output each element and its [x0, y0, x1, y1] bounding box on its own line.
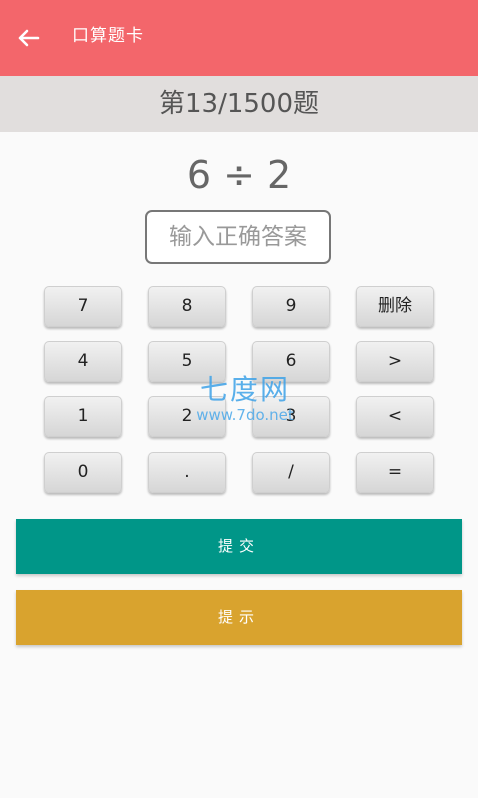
key-5[interactable]: 5 — [148, 341, 226, 382]
key-slash[interactable]: / — [252, 452, 330, 493]
arrow-left-icon — [18, 29, 40, 47]
back-button[interactable] — [14, 26, 42, 50]
hint-button[interactable]: 提示 — [16, 590, 462, 645]
key-delete[interactable]: 删除 — [356, 286, 434, 327]
key-4[interactable]: 4 — [44, 341, 122, 382]
key-2[interactable]: 2 — [148, 396, 226, 437]
key-greater-than[interactable]: > — [356, 341, 434, 382]
submit-button[interactable]: 提交 — [16, 519, 462, 574]
app-bar: 口算题卡 — [0, 0, 478, 76]
key-9[interactable]: 9 — [252, 286, 330, 327]
key-3[interactable]: 3 — [252, 396, 330, 437]
app-title: 口算题卡 — [72, 26, 144, 46]
key-6[interactable]: 6 — [252, 341, 330, 382]
answer-input[interactable] — [145, 210, 331, 264]
key-0[interactable]: 0 — [44, 452, 122, 493]
key-1[interactable]: 1 — [44, 396, 122, 437]
key-7[interactable]: 7 — [44, 286, 122, 327]
key-less-than[interactable]: < — [356, 396, 434, 437]
question-text: 6 ÷ 2 — [186, 153, 292, 197]
key-decimal-point[interactable]: . — [148, 452, 226, 493]
key-8[interactable]: 8 — [148, 286, 226, 327]
key-equals[interactable]: = — [356, 452, 434, 493]
progress-text: 第13/1500题 — [158, 89, 319, 119]
progress-bar: 第13/1500题 — [0, 76, 478, 132]
